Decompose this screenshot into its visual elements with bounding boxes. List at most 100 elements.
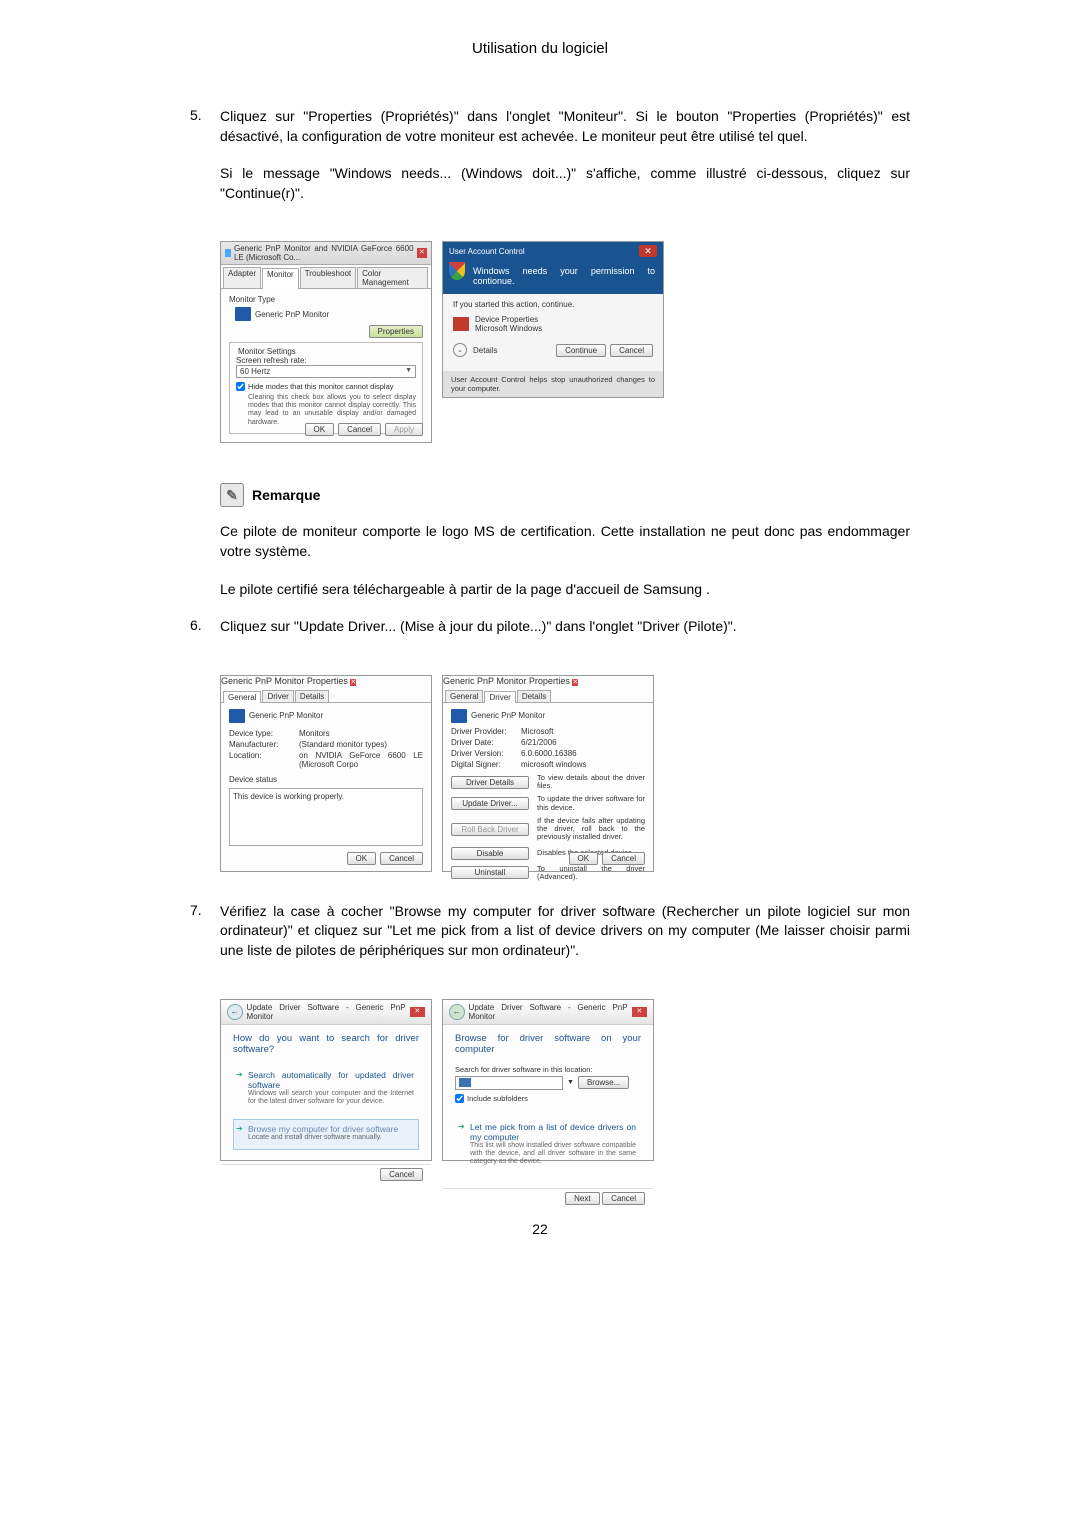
- driver-details-button[interactable]: Driver Details: [451, 776, 529, 789]
- step5-text1: Cliquez sur "Properties (Propriétés)" da…: [220, 107, 910, 146]
- option-search-auto[interactable]: ➔ Search automatically for updated drive…: [233, 1065, 419, 1114]
- uac-details-label[interactable]: Details: [473, 346, 497, 355]
- refresh-rate-label: Screen refresh rate:: [236, 356, 416, 365]
- tab-details[interactable]: Details: [295, 690, 329, 702]
- dialog-titlebar: Generic PnP Monitor and NVIDIA GeForce 6…: [221, 242, 431, 265]
- include-subfolders-label: Include subfolders: [467, 1094, 528, 1103]
- update-driver-wizard-2: ← Update Driver Software - Generic PnP M…: [442, 999, 654, 1161]
- cancel-button[interactable]: Cancel: [380, 1168, 423, 1181]
- tab-monitor[interactable]: Monitor: [262, 268, 299, 289]
- close-icon[interactable]: ✕: [410, 1007, 425, 1017]
- cancel-button[interactable]: Cancel: [338, 423, 381, 436]
- properties-button[interactable]: Properties: [369, 325, 423, 338]
- location-field[interactable]: [455, 1076, 563, 1090]
- cancel-button[interactable]: Cancel: [610, 344, 653, 357]
- date-value: 6/21/2006: [521, 738, 557, 747]
- update-driver-wizard-1: ← Update Driver Software - Generic PnP M…: [220, 999, 432, 1161]
- dialog-body: Monitor Type Generic PnP Monitor Propert…: [221, 289, 431, 445]
- wizard-titlebar: ← Update Driver Software - Generic PnP M…: [443, 1000, 653, 1025]
- uac-subtext: If you started this action, continue.: [453, 300, 653, 309]
- search-location-label: Search for driver software in this locat…: [455, 1065, 641, 1074]
- chevron-down-icon: ▼: [567, 1079, 574, 1086]
- device-name: Generic PnP Monitor: [249, 711, 323, 720]
- cancel-button[interactable]: Cancel: [602, 1192, 645, 1205]
- tab-troubleshoot[interactable]: Troubleshoot: [300, 267, 356, 288]
- dialog-body: Generic PnP Monitor Device type:Monitors…: [221, 703, 431, 852]
- ok-button[interactable]: OK: [347, 852, 377, 865]
- close-icon[interactable]: ✕: [350, 679, 356, 686]
- chevron-down-icon[interactable]: ⌄: [453, 343, 467, 357]
- update-driver-desc: To update the driver software for this d…: [537, 795, 645, 812]
- uac-message: Windows needs your permission to contion…: [473, 266, 655, 286]
- monitor-type-label: Monitor Type: [229, 295, 423, 304]
- wizard-footer: Cancel: [221, 1164, 431, 1183]
- apply-button[interactable]: Apply: [385, 423, 423, 436]
- monitor-icon: [235, 307, 251, 321]
- note-text-1: Ce pilote de moniteur comporte le logo M…: [220, 522, 910, 561]
- tab-adapter[interactable]: Adapter: [223, 267, 261, 288]
- option-browse-computer[interactable]: ➔ Browse my computer for driver software…: [233, 1119, 419, 1149]
- cancel-button[interactable]: Cancel: [602, 852, 645, 865]
- uac-app-name: Device Properties: [475, 315, 542, 324]
- browse-button[interactable]: Browse...: [578, 1076, 629, 1089]
- tab-driver[interactable]: Driver: [262, 690, 293, 702]
- tab-details[interactable]: Details: [517, 690, 551, 702]
- device-status-text: This device is working properly.: [233, 792, 344, 801]
- next-button[interactable]: Next: [565, 1192, 599, 1205]
- screenshot-row-3: ← Update Driver Software - Generic PnP M…: [220, 999, 910, 1161]
- back-icon[interactable]: ←: [449, 1004, 465, 1020]
- close-icon[interactable]: ✕: [572, 679, 578, 686]
- step7-text: Vérifiez la case à cocher "Browse my com…: [220, 902, 910, 961]
- step-7: 7. Vérifiez la case à cocher "Browse my …: [190, 902, 910, 979]
- option-title: Let me pick from a list of device driver…: [470, 1122, 636, 1142]
- uninstall-desc: To uninstall the driver (Advanced).: [537, 865, 645, 882]
- step5-text2: Si le message "Windows needs... (Windows…: [220, 164, 910, 203]
- device-type-value: Monitors: [299, 729, 330, 738]
- cancel-button[interactable]: Cancel: [380, 852, 423, 865]
- uac-title-text: User Account Control: [449, 247, 525, 256]
- tab-general[interactable]: General: [223, 691, 261, 703]
- step-number: 7.: [190, 902, 220, 979]
- refresh-rate-dropdown[interactable]: 60 Hertz ▼: [236, 365, 416, 378]
- close-icon[interactable]: ✕: [417, 248, 427, 258]
- tab-general[interactable]: General: [445, 690, 483, 702]
- location-label: Location:: [229, 751, 299, 769]
- option-desc: This list will show installed driver sof…: [470, 1142, 636, 1167]
- tab-color-management[interactable]: Color Management: [357, 267, 428, 288]
- app-icon: [453, 317, 469, 331]
- uac-titlebar: User Account Control ✕: [443, 242, 663, 260]
- rollback-driver-button[interactable]: Roll Back Driver: [451, 823, 529, 836]
- ok-button[interactable]: OK: [305, 423, 335, 436]
- dialog-button-row: OK Cancel Apply: [305, 423, 423, 436]
- uac-footer: User Account Control helps stop unauthor…: [443, 371, 663, 397]
- dialog-button-row: OK Cancel: [569, 852, 645, 865]
- ok-button[interactable]: OK: [569, 852, 599, 865]
- dialog-button-row: OK Cancel: [347, 852, 423, 865]
- window-icon: [225, 249, 231, 257]
- tab-driver[interactable]: Driver: [484, 691, 515, 703]
- version-value: 6.0.6000.16386: [521, 749, 577, 758]
- wizard-breadcrumb: Update Driver Software - Generic PnP Mon…: [247, 1003, 406, 1021]
- hide-modes-checkbox[interactable]: [236, 382, 245, 391]
- back-icon[interactable]: ←: [227, 1004, 243, 1020]
- disable-button[interactable]: Disable: [451, 847, 529, 860]
- uninstall-button[interactable]: Uninstall: [451, 866, 529, 879]
- driver-details-desc: To view details about the driver files.: [537, 774, 645, 791]
- wizard-body: How do you want to search for driver sof…: [221, 1025, 431, 1164]
- screenshot-row-1: Generic PnP Monitor and NVIDIA GeForce 6…: [220, 241, 910, 443]
- document-page: Utilisation du logiciel 5. Cliquez sur "…: [0, 0, 1080, 1277]
- device-name: Generic PnP Monitor: [471, 711, 545, 720]
- note-heading-text: Remarque: [252, 487, 320, 503]
- close-icon[interactable]: ✕: [632, 1007, 647, 1017]
- include-subfolders-checkbox[interactable]: [455, 1094, 464, 1103]
- update-driver-button[interactable]: Update Driver...: [451, 797, 529, 810]
- provider-value: Microsoft: [521, 727, 553, 736]
- option-let-me-pick[interactable]: ➔ Let me pick from a list of device driv…: [455, 1117, 641, 1174]
- device-type-label: Device type:: [229, 729, 299, 738]
- uac-app-row: Device Properties Microsoft Windows: [453, 315, 653, 333]
- close-icon[interactable]: ✕: [639, 245, 657, 257]
- version-label: Driver Version:: [451, 749, 521, 758]
- step-number: 5.: [190, 107, 220, 221]
- continue-button[interactable]: Continue: [556, 344, 606, 357]
- screenshot-row-2: Generic PnP Monitor Properties ✕ General…: [220, 675, 910, 872]
